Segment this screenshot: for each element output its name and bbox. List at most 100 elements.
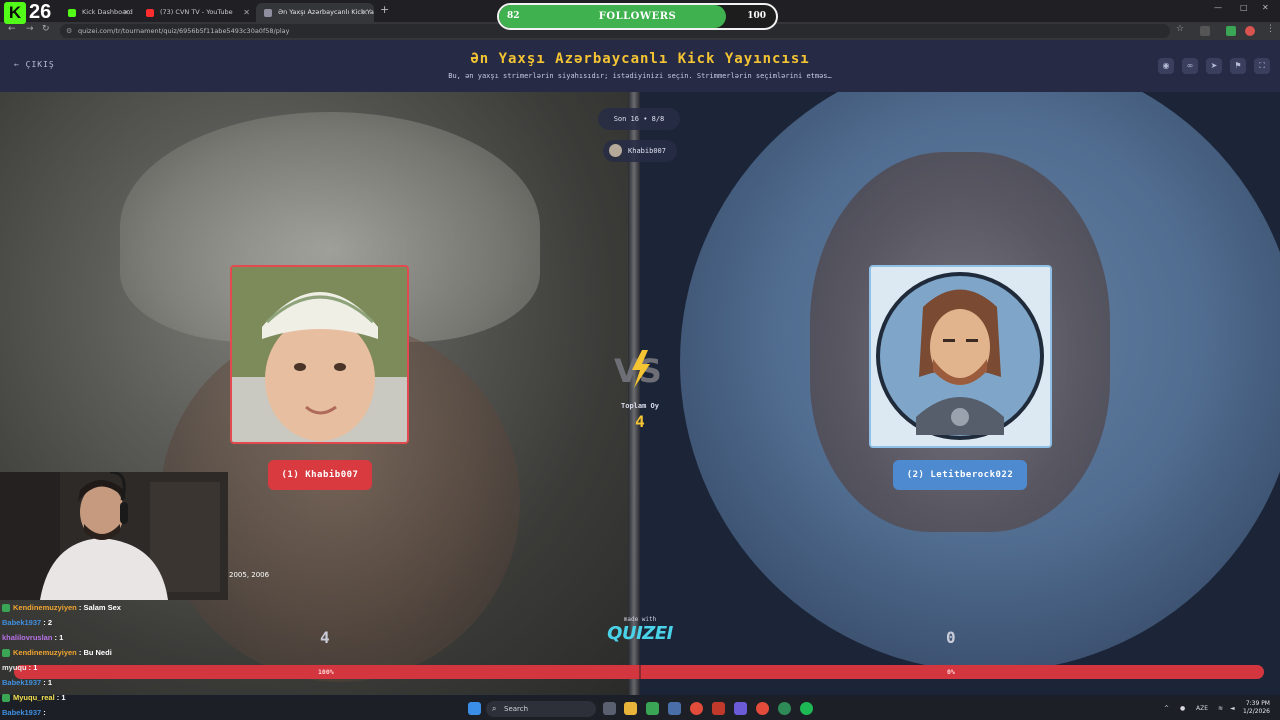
chat-username[interactable]: Babek1937 bbox=[2, 708, 41, 717]
discord-icon[interactable] bbox=[734, 702, 747, 715]
vote-left-button[interactable]: (1) Khabib007 bbox=[268, 460, 372, 490]
close-tab-icon[interactable]: ✕ bbox=[123, 3, 130, 22]
chrome-icon[interactable] bbox=[690, 702, 703, 715]
maximize-icon[interactable]: □ bbox=[1240, 3, 1248, 12]
chat-message: myuqu : 1 bbox=[2, 660, 121, 675]
back-arrow-icon[interactable]: ← bbox=[8, 24, 16, 34]
chrome-active-icon[interactable] bbox=[756, 702, 769, 715]
quizei-favicon-icon bbox=[264, 9, 272, 17]
chat-message: Kendinemuzyiyen : Salam Sex bbox=[2, 600, 121, 615]
chat-message: khalilovruslan : 1 bbox=[2, 630, 121, 645]
app-icon-green[interactable] bbox=[646, 702, 659, 715]
quizei-logo[interactable]: QUIZEI bbox=[600, 623, 680, 644]
chat-username[interactable]: khalilovruslan bbox=[2, 633, 52, 642]
minimize-icon[interactable]: — bbox=[1214, 3, 1222, 12]
stream-logo: K 26 bbox=[4, 1, 52, 24]
chat-text: 1 bbox=[59, 633, 64, 642]
profile-avatar[interactable] bbox=[1245, 26, 1255, 36]
tab-quizei[interactable]: Ən Yaxşı Azərbaycanlı Kick Yay... ✕ bbox=[256, 3, 374, 22]
current-user-pill: Khabib007 bbox=[603, 140, 677, 162]
page-title: Ən Yaxşı Azərbaycanlı Kick Yayıncısı bbox=[470, 51, 810, 67]
flag-icon[interactable]: ⚑ bbox=[1230, 58, 1246, 74]
chat-message: Babek1937 : 2 bbox=[2, 615, 121, 630]
extension-green-icon[interactable] bbox=[1226, 26, 1236, 36]
kick-logo-icon: K bbox=[4, 2, 26, 24]
chat-text: 1 bbox=[61, 693, 66, 702]
left-percent: 100% bbox=[318, 668, 334, 676]
overlay-dates: 2005, 2006 bbox=[229, 571, 270, 579]
bookmark-star-icon[interactable]: ☆ bbox=[1176, 24, 1184, 34]
taskbar-search-label: Search bbox=[504, 705, 529, 713]
task-view-icon[interactable] bbox=[603, 702, 616, 715]
browser-menu-icon[interactable]: ⋮ bbox=[1266, 24, 1275, 34]
chat-badge-icon bbox=[2, 694, 10, 703]
system-clock[interactable]: 7:39 PM 1/2/2026 bbox=[1216, 700, 1270, 716]
right-score: 0 bbox=[946, 628, 956, 647]
mic-icon[interactable]: ● bbox=[1180, 698, 1185, 720]
total-votes-label: Toplam Oy bbox=[621, 402, 659, 410]
taskbar-search[interactable]: ⌕ Search bbox=[486, 701, 596, 717]
close-tab-icon[interactable]: ✕ bbox=[361, 3, 368, 22]
chat-badge-icon bbox=[2, 649, 10, 658]
eye-icon[interactable]: ◉ bbox=[1158, 58, 1174, 74]
link-icon[interactable]: ∞ bbox=[1182, 58, 1198, 74]
url-text: quizei.com/tr/tournament/quiz/6956b5f11a… bbox=[78, 27, 290, 35]
user-avatar bbox=[609, 144, 622, 157]
total-votes-value: 4 bbox=[635, 412, 645, 431]
center-divider bbox=[628, 92, 640, 695]
search-icon: ⌕ bbox=[492, 704, 497, 713]
reload-icon[interactable]: ↻ bbox=[42, 24, 50, 34]
followers-goal-bar: 82 FOLLOWERS 100 bbox=[497, 3, 778, 30]
obs-icon[interactable] bbox=[778, 702, 791, 715]
clock-date: 1/2/2026 bbox=[1243, 708, 1270, 715]
chat-username[interactable]: Kendinemuzyiyen bbox=[13, 603, 77, 612]
forward-arrow-icon[interactable]: → bbox=[26, 24, 34, 34]
chat-badge-icon bbox=[2, 604, 10, 613]
tab-label: (73) CVN TV - YouTube bbox=[160, 8, 233, 16]
chat-separator: : bbox=[41, 618, 48, 627]
send-icon[interactable]: ➤ bbox=[1206, 58, 1222, 74]
app-icon-store[interactable] bbox=[668, 702, 681, 715]
chat-username[interactable]: Myuqu_real bbox=[13, 693, 55, 702]
matchup-stage: Son 16 • 8/8 Khabib007 (1) Khabib007 (2)… bbox=[0, 92, 1280, 695]
chat-username[interactable]: Babek1937 bbox=[2, 678, 41, 687]
fullscreen-icon[interactable]: ⛶ bbox=[1254, 58, 1270, 74]
chat-separator: : bbox=[41, 708, 46, 717]
window-close-icon[interactable]: ✕ bbox=[1262, 3, 1269, 12]
file-explorer-icon[interactable] bbox=[624, 702, 637, 715]
app-icon-red[interactable] bbox=[712, 702, 725, 715]
windows-start-icon[interactable] bbox=[468, 702, 481, 715]
page-subtitle: Bu, ən yaxşı strimerlərin siyahısıdır; i… bbox=[448, 72, 832, 80]
current-user-name: Khabib007 bbox=[628, 147, 666, 155]
windows-taskbar: ⌕ Search ^ ● AZE ≋ ◄ 7:39 PM 1/2/2026 bbox=[0, 698, 1280, 720]
chat-message: Myuqu_real : 1 bbox=[2, 690, 121, 705]
vote-ratio-bar: 100% 0% bbox=[14, 665, 1264, 679]
chat-message: Babek1937 : bbox=[2, 705, 121, 720]
followers-target: 100 bbox=[747, 11, 766, 21]
contestant-right-image[interactable] bbox=[869, 265, 1052, 448]
youtube-favicon-icon bbox=[146, 9, 154, 17]
spotify-icon[interactable] bbox=[800, 702, 813, 715]
tab-kick-dashboard[interactable]: Kick Dashboard ✕ bbox=[60, 3, 136, 22]
versus-icon: VS bbox=[614, 350, 662, 390]
vote-right-button[interactable]: (2) Letitberock022 bbox=[893, 460, 1027, 490]
made-with-label: made with bbox=[623, 616, 657, 623]
chat-text: Bu Nedi bbox=[83, 648, 112, 657]
chat-message: Babek1937 : 1 bbox=[2, 675, 121, 690]
chat-message: Kendinemuzyiyen : Bu Nedi bbox=[2, 645, 121, 660]
chat-separator: : bbox=[41, 678, 48, 687]
close-tab-icon[interactable]: ✕ bbox=[243, 3, 250, 22]
site-info-icon[interactable]: ⚙ bbox=[66, 24, 72, 38]
extensions-icon[interactable] bbox=[1200, 26, 1210, 36]
tab-youtube[interactable]: (73) CVN TV - YouTube ✕ bbox=[138, 3, 256, 22]
kick-favicon-icon bbox=[68, 9, 76, 17]
language-indicator[interactable]: AZE bbox=[1196, 698, 1208, 720]
chat-username[interactable]: myuqu bbox=[2, 663, 27, 672]
streamer-webcam bbox=[0, 472, 228, 600]
chat-username[interactable]: Kendinemuzyiyen bbox=[13, 648, 77, 657]
tab-label: Ən Yaxşı Azərbaycanlı Kick Yay... bbox=[278, 8, 374, 16]
contestant-left-image[interactable] bbox=[230, 265, 409, 444]
tray-chevron-icon[interactable]: ^ bbox=[1164, 698, 1169, 720]
new-tab-icon[interactable]: + bbox=[380, 3, 389, 16]
chat-username[interactable]: Babek1937 bbox=[2, 618, 41, 627]
